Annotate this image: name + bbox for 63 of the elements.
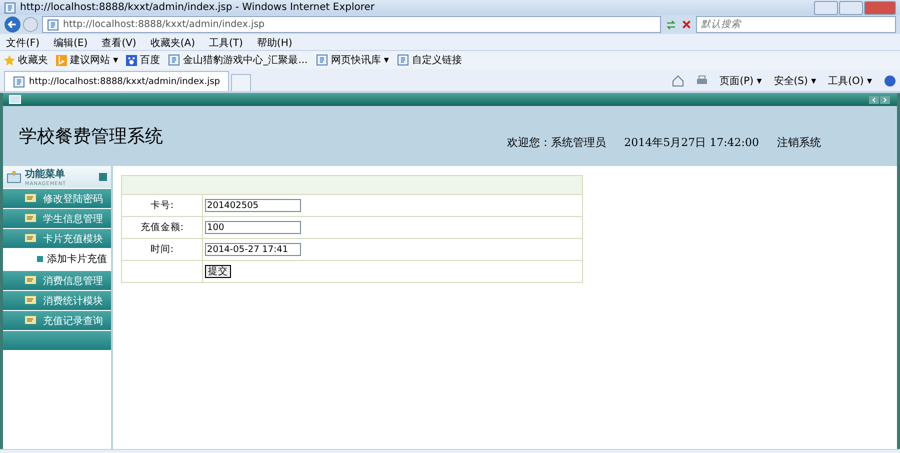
- input-field[interactable]: 2014-05-27 17:41: [205, 243, 301, 256]
- field-label: 充值金额:: [122, 216, 202, 238]
- favorites-link[interactable]: 自定义链接: [396, 53, 462, 67]
- minimize-button[interactable]: [814, 0, 838, 14]
- app-title: 学校餐费管理系统: [19, 125, 164, 148]
- favorites-link[interactable]: 收藏夹: [4, 53, 48, 67]
- field-label: 卡号:: [122, 194, 202, 216]
- menu-item[interactable]: 工具(T): [209, 36, 243, 50]
- star-icon: [4, 54, 15, 66]
- field-label: 时间:: [122, 238, 202, 260]
- date-time: 2014年5月27日 17:42:00: [624, 134, 759, 150]
- monitor-icon: [9, 95, 21, 104]
- sidebar-title: 功能菜单: [25, 168, 66, 181]
- browser-tab[interactable]: http://localhost:8888/kxxt/admin/index.jsp: [4, 71, 229, 91]
- command-menu[interactable]: 工具(O) ▾: [828, 74, 872, 88]
- submit-button[interactable]: 提交: [205, 265, 231, 278]
- command-menu[interactable]: 页面(P) ▾: [720, 74, 762, 88]
- paw-icon: [126, 54, 138, 66]
- menu-item[interactable]: 文件(F): [6, 36, 40, 50]
- note-icon: [25, 234, 37, 244]
- page-icon: [168, 54, 180, 66]
- scroll-arrows-icon[interactable]: [869, 96, 891, 104]
- menu-group[interactable]: 消费统计模块: [3, 291, 111, 310]
- input-field[interactable]: 100: [205, 221, 301, 234]
- menu-group[interactable]: 消费信息管理: [3, 271, 111, 290]
- folder-icon: [7, 171, 21, 183]
- maximize-button[interactable]: [839, 0, 863, 14]
- back-icon[interactable]: [4, 16, 21, 33]
- logout-link[interactable]: 注销系统: [777, 134, 821, 150]
- menu-group[interactable]: 充值记录查询: [3, 311, 111, 330]
- home-icon[interactable]: [672, 75, 684, 87]
- menu-group[interactable]: 学生信息管理: [3, 209, 111, 228]
- menu-group[interactable]: 修改登陆密码: [3, 189, 111, 208]
- note-icon: [25, 296, 37, 306]
- note-icon: [25, 316, 37, 326]
- note-icon: [25, 276, 37, 286]
- printer-icon[interactable]: [696, 75, 708, 87]
- address-field[interactable]: http://localhost:8888/kxxt/admin/index.jsp: [42, 16, 661, 33]
- favorites-link[interactable]: 网页快讯库 ▾: [316, 53, 389, 67]
- menu-item[interactable]: 收藏夹(A): [150, 36, 195, 50]
- close-icon[interactable]: [681, 19, 692, 30]
- favorites-link[interactable]: 建议网站 ▾: [56, 53, 118, 67]
- menu-item[interactable]: 帮助(H): [256, 36, 292, 50]
- menu-item[interactable]: 查看(V): [102, 36, 136, 50]
- favorites-link[interactable]: 百度: [126, 53, 160, 67]
- menu-group[interactable]: 卡片充值模块: [3, 229, 111, 248]
- bullet-icon: [37, 256, 43, 262]
- search-field[interactable]: 默认搜索: [696, 16, 896, 33]
- note-icon: [25, 214, 37, 224]
- help-icon[interactable]: [884, 75, 896, 87]
- input-field[interactable]: 201402505: [205, 199, 301, 212]
- refresh-icon[interactable]: [665, 18, 677, 30]
- new-tab-button[interactable]: [230, 74, 251, 91]
- favorites-link[interactable]: 金山猎豹游戏中心_汇聚最...: [168, 53, 308, 67]
- command-menu[interactable]: 安全(S) ▾: [774, 74, 816, 88]
- page-icon: [316, 54, 328, 66]
- menu-item[interactable]: 编辑(E): [54, 36, 88, 50]
- window-title: http://localhost:8888/kxxt/admin/index.jsp - Windows Internet Explorer: [20, 2, 376, 13]
- note-icon: [25, 194, 37, 204]
- close-button[interactable]: [864, 0, 896, 14]
- welcome-text: 欢迎您：系统管理员: [507, 134, 606, 150]
- page-icon: [396, 54, 409, 66]
- page-icon: [47, 18, 59, 30]
